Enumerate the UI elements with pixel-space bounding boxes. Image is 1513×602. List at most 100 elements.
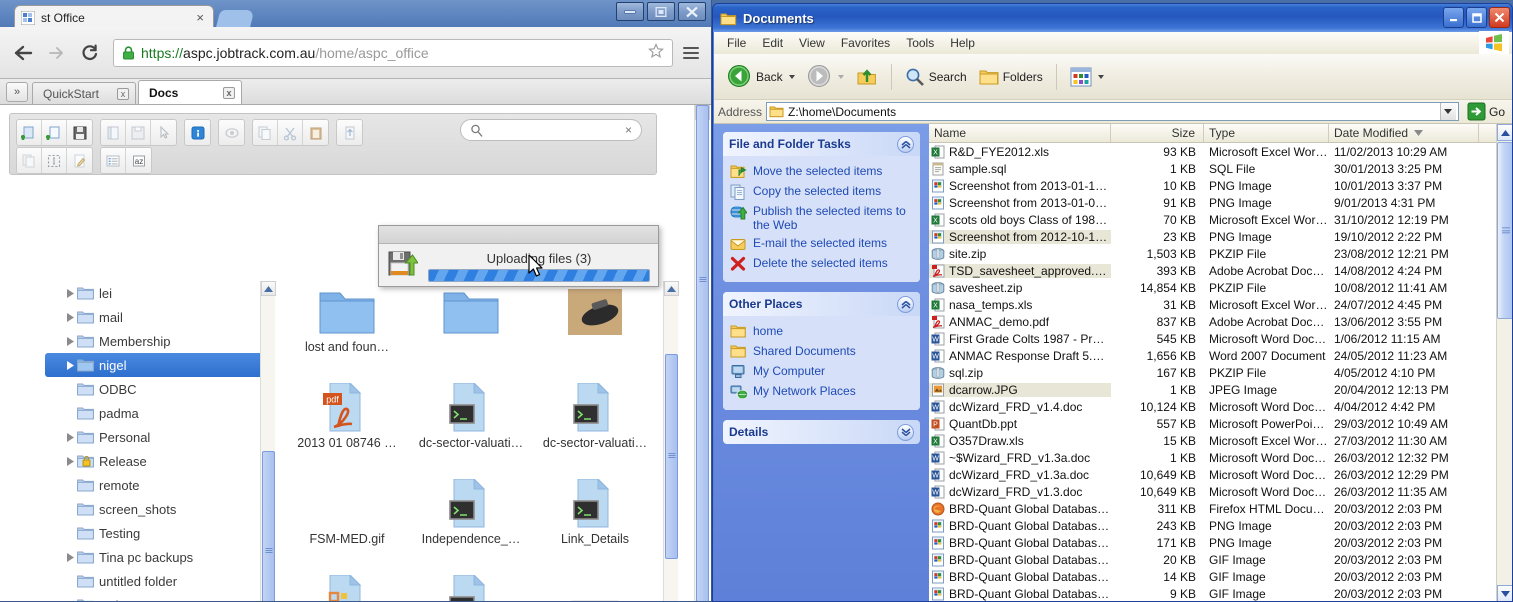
place-my-computer[interactable]: My Computer [730,362,913,382]
upload-icon[interactable] [337,120,362,145]
tree-expand-arrow-icon[interactable] [63,337,77,346]
place-home[interactable]: home [730,322,913,342]
tree-item-nigel[interactable]: nigel [45,353,263,377]
tree-expand-arrow-icon[interactable] [63,361,77,370]
file-item[interactable]: Link_Details [533,473,657,557]
back-dropdown-icon[interactable] [789,75,795,79]
file-list-row[interactable]: W~$Wizard_FRD_v1.3a.doc1 KBMicrosoft Wor… [929,449,1513,466]
panel-header[interactable]: Details [723,420,920,444]
save-icon[interactable] [67,120,92,145]
file-list-row[interactable]: Screenshot from 2013-01-10 …10 KBPNG Ima… [929,177,1513,194]
file-list-scroll-up-button[interactable] [1497,124,1513,141]
app-search-input[interactable]: × [460,119,642,141]
explorer-maximize-button[interactable] [1466,7,1487,28]
save-as-icon[interactable] [126,120,151,145]
preview-eye-icon[interactable] [219,120,244,145]
file-list-row[interactable]: WdcWizard_FRD_v1.4.doc10,124 KBMicrosoft… [929,398,1513,415]
menu-item-help[interactable]: Help [942,34,983,52]
place-my-network-places[interactable]: My Network Places [730,382,913,402]
task-publish-selected-items-to-web[interactable]: Publish the selected items to the Web [730,202,913,234]
open-icon[interactable] [101,120,126,145]
file-item[interactable]: FSM-MED.gif [285,473,409,557]
content-scrollbar[interactable] [663,281,678,602]
tree-item-odbc[interactable]: ODBC [45,377,267,401]
tree-item-untitled-folder[interactable]: untitled folder [45,569,267,593]
explorer-forward-button[interactable] [802,61,849,92]
explorer-folders-button[interactable]: Folders [974,65,1048,89]
tree-item-screen-shots[interactable]: screen_shots [45,497,267,521]
content-scroll-up-button[interactable] [664,281,679,296]
cut-scissors-icon[interactable] [278,120,303,145]
file-list-row[interactable]: sample.sql1 KBSQL File30/01/2013 3:25 PM [929,160,1513,177]
menu-item-file[interactable]: File [719,34,754,52]
search-clear-icon[interactable]: × [625,123,632,137]
column-header-date-modified[interactable]: Date Modified [1329,124,1479,142]
file-list-row[interactable]: TSD_savesheet_approved.pdf393 KBAdobe Ac… [929,262,1513,279]
file-list-row[interactable]: Xnasa_temps.xls31 KBMicrosoft Excel Wor…… [929,296,1513,313]
rename-pencil-icon[interactable] [67,148,92,173]
tree-item-membership[interactable]: Membership [45,329,267,353]
menu-item-view[interactable]: View [791,34,833,52]
file-list-scrollbar[interactable] [1496,124,1513,602]
tree-item-tina-pc-backups[interactable]: Tina pc backups [45,545,267,569]
address-dropdown-icon[interactable] [1440,103,1456,120]
address-go-button[interactable]: Go [1463,102,1509,121]
chrome-tab-close-icon[interactable]: × [193,10,207,25]
task-delete-selected-items[interactable]: Delete the selected items [730,254,913,274]
file-list-row[interactable]: WdcWizard_FRD_v1.3a.doc10,649 KBMicrosof… [929,466,1513,483]
tree-item-web[interactable]: web [45,593,267,602]
tree-item-personal[interactable]: Personal [45,425,267,449]
file-list-row[interactable]: WFirst Grade Colts 1987 - Premi…545 KBMi… [929,330,1513,347]
explorer-views-button[interactable] [1065,64,1109,90]
file-list-row[interactable]: BRD-Quant Global Database P…9 KBGIF Imag… [929,585,1513,602]
file-item[interactable]: dc-sector-valuati… [409,377,533,461]
explorer-back-button[interactable]: Back [722,61,800,92]
info-icon[interactable] [185,120,210,145]
new-folder-icon[interactable] [17,120,42,145]
bookmark-star-icon[interactable] [648,43,664,62]
place-shared-documents[interactable]: Shared Documents [730,342,913,362]
task-email-selected-items[interactable]: E-mail the selected items [730,234,913,254]
chevron-up-icon[interactable] [897,296,914,313]
tree-item-testing[interactable]: Testing [45,521,267,545]
tree-scroll-thumb[interactable] [262,451,275,602]
tree-item-release[interactable]: Release [45,449,267,473]
file-list-row[interactable]: BRD-Quant Global Database P…20 KBGIF Ima… [929,551,1513,568]
chrome-close-button[interactable] [678,2,706,21]
task-copy-selected-items[interactable]: Copy the selected items [730,182,913,202]
file-item[interactable] [533,281,657,365]
chrome-menu-button[interactable] [680,40,702,66]
file-list-row[interactable]: Xscots old boys Class of 1985.xls70 KBMi… [929,211,1513,228]
file-list-row[interactable]: XR&D_FYE2012.xls93 KBMicrosoft Excel Wor… [929,143,1513,160]
forward-button[interactable] [43,40,69,66]
chevron-down-icon[interactable] [897,424,914,441]
menu-item-favorites[interactable]: Favorites [833,34,898,52]
chrome-tab-st-office[interactable]: st Office × [14,5,214,29]
tree-item-remote[interactable]: remote [45,473,267,497]
file-list-row[interactable]: site.zip1,503 KBPKZIP File23/08/2012 12:… [929,245,1513,262]
chevron-up-icon[interactable] [897,136,914,153]
views-dropdown-icon[interactable] [1098,75,1104,79]
address-input[interactable]: Z:\home\Documents [766,102,1459,121]
tree-item-lei[interactable]: lei [45,281,267,305]
file-item[interactable]: lost and foun… [285,281,409,365]
column-header-type[interactable]: Type [1204,124,1329,142]
file-list-row[interactable]: XO357Draw.xls15 KBMicrosoft Excel Wor…27… [929,432,1513,449]
column-header-size[interactable]: Size [1111,124,1204,142]
sort-az-icon[interactable]: az [126,148,151,173]
file-list-row[interactable]: Screenshot from 2013-01-09 …91 KBPNG Ima… [929,194,1513,211]
file-item[interactable]: MULTI_ASSET_C… [409,569,533,602]
tree-expand-arrow-icon[interactable] [63,433,77,442]
file-list-row[interactable]: Screenshot from 2012-10-19 …23 KBPNG Ima… [929,228,1513,245]
file-item[interactable] [409,281,533,365]
tree-expand-arrow-icon[interactable] [63,313,77,322]
copy-icon[interactable] [253,120,278,145]
app-tab-docs[interactable]: Docs x [138,80,242,104]
select-all-icon[interactable] [42,148,67,173]
paste-icon[interactable] [303,120,328,145]
chrome-minimize-button[interactable] [616,2,644,21]
list-view-icon[interactable] [101,148,126,173]
file-list-row[interactable]: PQuantDb.ppt557 KBMicrosoft PowerPoi…29/… [929,415,1513,432]
file-list-row[interactable]: BRD-Quant Global Database P…14 KBGIF Ima… [929,568,1513,585]
file-list-row[interactable]: BRD-Quant Global Database P…171 KBPNG Im… [929,534,1513,551]
